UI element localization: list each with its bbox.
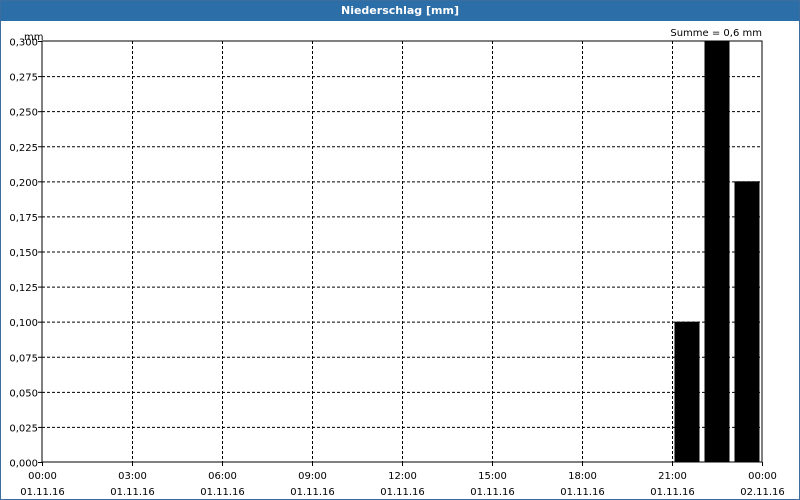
x-tick-date-label: 01.11.16: [560, 487, 605, 498]
x-tick-date-label: 01.11.16: [650, 487, 695, 498]
x-tick-date-label: 01.11.16: [200, 487, 245, 498]
y-tick-label: 0,150: [9, 248, 38, 259]
y-tick-label: 0,050: [9, 388, 38, 399]
x-tick-time-label: 18:00: [568, 471, 597, 482]
y-tick-label: 0,025: [9, 423, 38, 434]
x-tick-time-label: 21:00: [658, 471, 687, 482]
x-tick-time-label: 03:00: [118, 471, 147, 482]
chart-window: Niederschlag [mm] 0,000 0,025 0,050 0,075 0,…: [0, 0, 800, 500]
y-tick-label: 0,125: [9, 283, 38, 294]
y-tick-label: 0,175: [9, 213, 38, 224]
x-tick-date-label: 01.11.16: [290, 487, 335, 498]
y-tick-label: 0,225: [9, 143, 38, 154]
precipitation-bar: [674, 321, 700, 462]
x-tick-time-label: 00:00: [28, 471, 57, 482]
y-tick-label: 0,000: [9, 459, 38, 470]
chart-title: Niederschlag [mm]: [1, 1, 799, 21]
y-axis-unit-label: mm: [24, 32, 43, 43]
y-tick-label: 0,275: [9, 73, 38, 84]
precipitation-chart: 0,000 0,025 0,050 0,075 0,100 0,125 0,150 0,175…: [9, 28, 785, 498]
x-tick-date-label: 01.11.16: [110, 487, 155, 498]
x-tick-date-label: 01.11.16: [20, 487, 65, 498]
y-axis-ticks: 0,000 0,025 0,050 0,075 0,100 0,125 0,150 0,175…: [9, 38, 42, 470]
x-axis-ticks: 00:00 01.11.16 03:00 01.11.16 06:00 01.11.16 0…: [20, 462, 785, 498]
x-tick-time-label: 09:00: [298, 471, 327, 482]
grid-lines: [42, 41, 762, 462]
precipitation-bar: [704, 41, 730, 462]
x-tick-date-label: 01.11.16: [470, 487, 515, 498]
x-tick-date-label: 02.11.16: [740, 487, 785, 498]
x-tick-time-label: 06:00: [208, 471, 237, 482]
y-tick-label: 0,075: [9, 353, 38, 364]
y-tick-label: 0,200: [9, 178, 38, 189]
x-tick-time-label: 15:00: [478, 471, 507, 482]
y-tick-label: 0,250: [9, 108, 38, 119]
x-tick-time-label: 12:00: [388, 471, 417, 482]
precipitation-bar: [734, 181, 760, 463]
y-tick-label: 0,100: [9, 318, 38, 329]
sum-label: Summe = 0,6 mm: [670, 28, 762, 39]
x-tick-date-label: 01.11.16: [380, 487, 425, 498]
x-tick-time-label: 00:00: [748, 471, 777, 482]
